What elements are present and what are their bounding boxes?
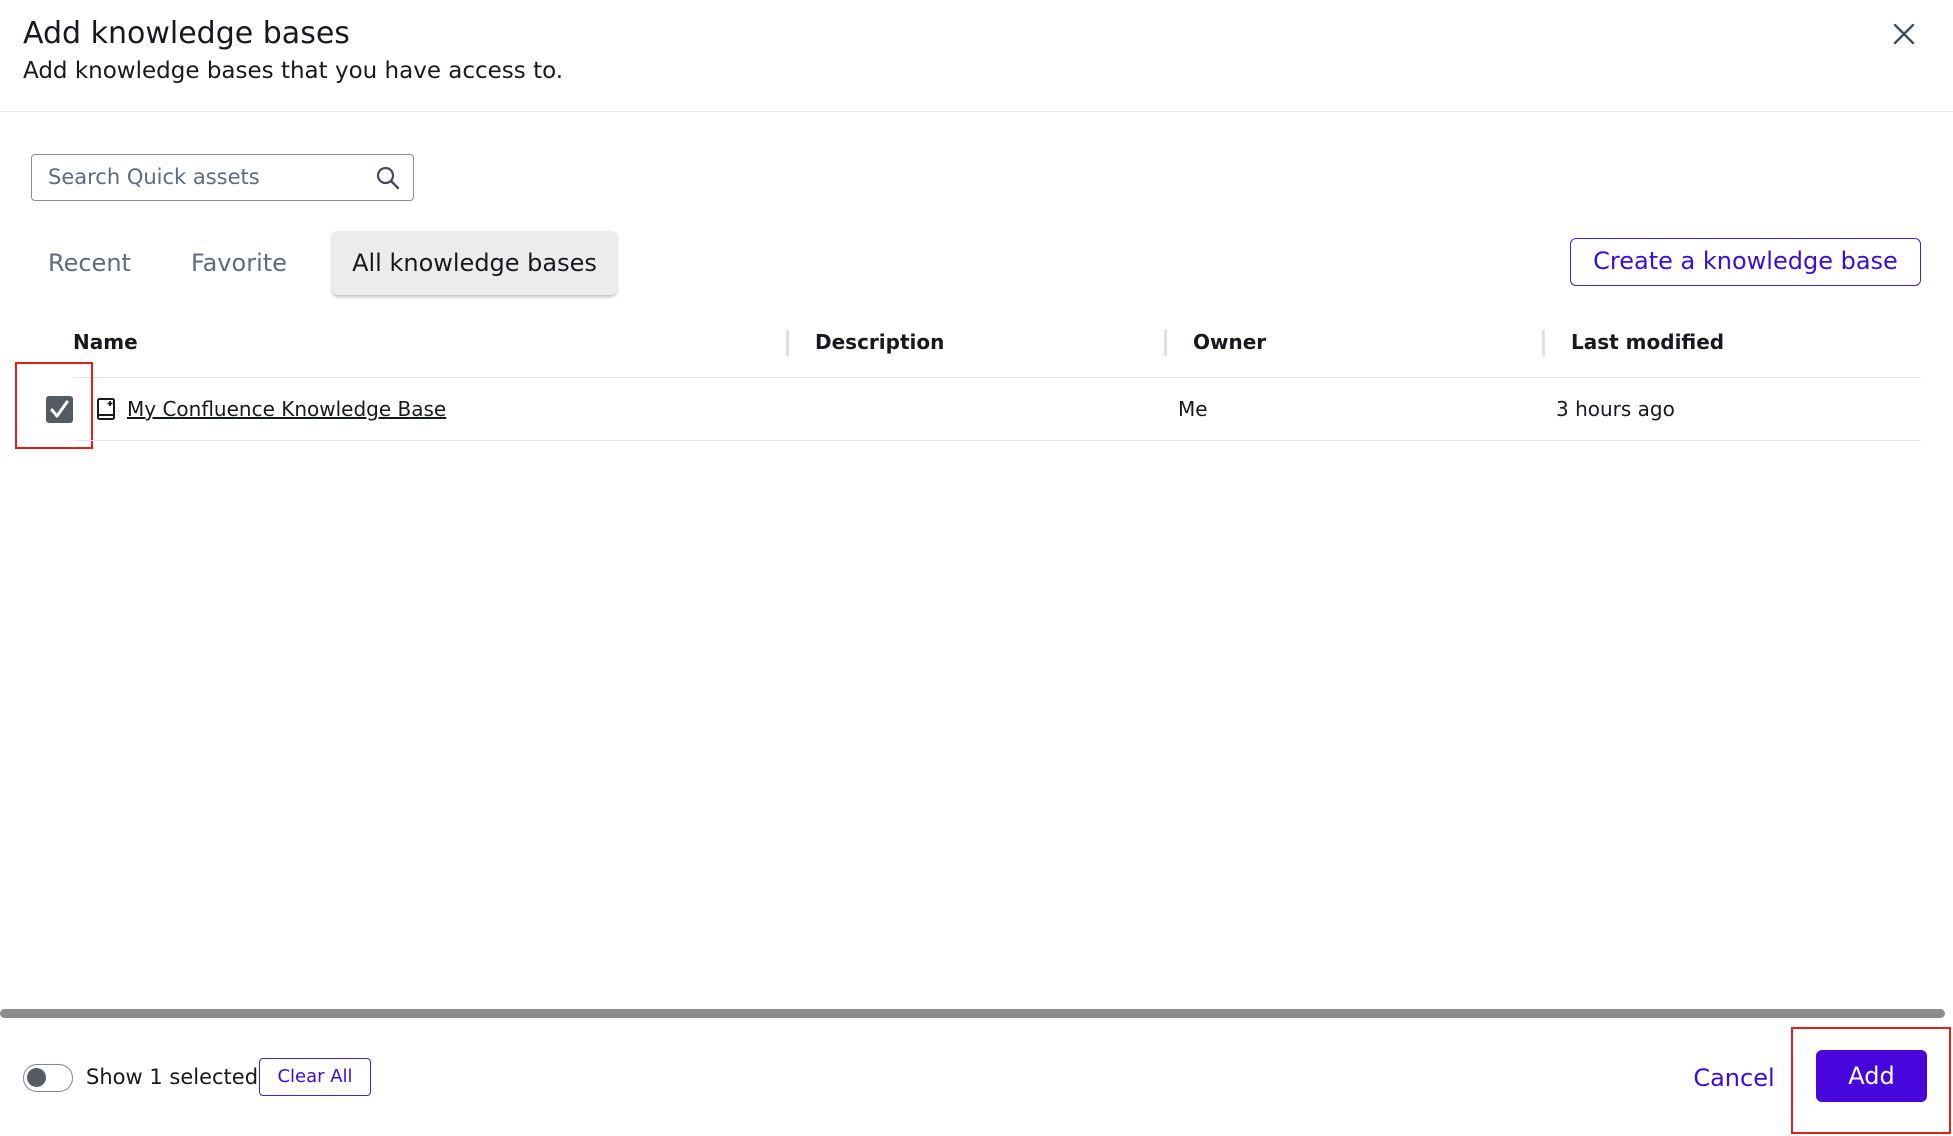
column-resizer[interactable] (786, 330, 789, 356)
header-divider (0, 111, 1953, 112)
dialog-title: Add knowledge bases (23, 16, 350, 51)
dialog-subtitle: Add knowledge bases that you have access… (23, 58, 564, 84)
search-icon[interactable] (375, 165, 401, 191)
add-button[interactable]: Add (1816, 1050, 1927, 1102)
column-resizer[interactable] (1164, 330, 1167, 356)
column-header-description[interactable]: Description (815, 326, 944, 358)
search-input[interactable] (48, 155, 378, 199)
show-selected-toggle[interactable] (23, 1064, 73, 1092)
table-header-divider (74, 377, 1921, 378)
column-header-owner[interactable]: Owner (1193, 326, 1266, 358)
knowledge-base-link[interactable]: My Confluence Knowledge Base (127, 394, 446, 424)
table-row-divider (74, 440, 1921, 441)
cancel-button[interactable]: Cancel (1690, 1057, 1778, 1099)
horizontal-scrollbar[interactable] (0, 1009, 1945, 1018)
tab-recent[interactable]: Recent (48, 231, 131, 295)
close-button[interactable] (1884, 14, 1924, 54)
knowledge-base-icon (97, 398, 115, 420)
checkmark-icon (50, 400, 69, 418)
row-last-modified: 3 hours ago (1556, 397, 1675, 421)
column-header-last-modified[interactable]: Last modified (1571, 326, 1724, 358)
search-box (31, 154, 414, 201)
create-knowledge-base-button[interactable]: Create a knowledge base (1570, 238, 1921, 286)
tab-all-knowledge-bases[interactable]: All knowledge bases (332, 231, 617, 295)
show-selected-label: Show 1 selected (86, 1065, 259, 1089)
row-checkbox[interactable] (46, 396, 73, 423)
close-icon (1893, 23, 1915, 45)
column-resizer[interactable] (1542, 330, 1545, 356)
tab-favorite[interactable]: Favorite (191, 231, 287, 295)
clear-all-button[interactable]: Clear All (259, 1058, 371, 1096)
row-owner: Me (1178, 397, 1208, 421)
toggle-knob (27, 1068, 46, 1087)
column-header-name[interactable]: Name (73, 326, 138, 358)
